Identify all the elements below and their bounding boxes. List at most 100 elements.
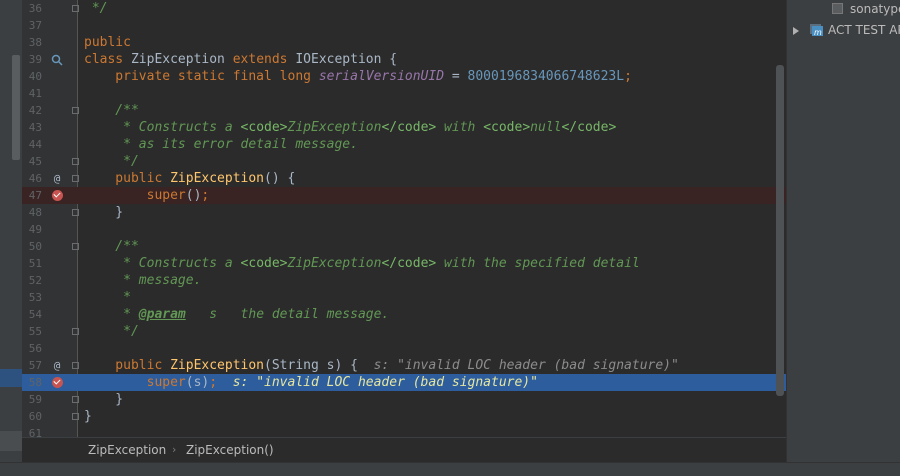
code-line[interactable]: 44 * as its error detail message. (22, 136, 786, 153)
code-line[interactable]: 40 private static final long serialVersi… (22, 68, 786, 85)
line-number[interactable]: 55 (22, 323, 42, 340)
code-token: (s) (185, 375, 210, 390)
code-text[interactable]: public (84, 34, 131, 51)
line-number[interactable]: 61 (22, 425, 42, 437)
line-number[interactable]: 42 (22, 102, 42, 119)
code-text[interactable]: * (84, 289, 131, 306)
code-text[interactable]: */ (84, 153, 139, 170)
line-number[interactable]: 45 (22, 153, 42, 170)
code-line[interactable]: 51 * Constructs a <code>ZipException</co… (22, 255, 786, 272)
code-line[interactable]: 59 } (22, 391, 786, 408)
code-line[interactable]: 48 } (22, 204, 786, 221)
expand-arrow-icon[interactable] (793, 27, 799, 35)
fold-marker-icon[interactable] (72, 209, 79, 216)
code-text[interactable]: super(); (84, 187, 210, 204)
fold-marker-icon[interactable] (72, 362, 79, 369)
line-number[interactable]: 43 (22, 119, 42, 136)
editor-vertical-scrollbar[interactable] (776, 65, 784, 396)
code-text[interactable]: * @param s the detail message. (84, 306, 389, 323)
code-text[interactable]: */ (84, 323, 139, 340)
code-line[interactable]: 60} (22, 408, 786, 425)
line-number[interactable]: 46 (22, 170, 42, 187)
line-number[interactable]: 59 (22, 391, 42, 408)
code-text[interactable]: class ZipException extends IOException { (84, 51, 397, 68)
line-number[interactable]: 57 (22, 357, 42, 374)
code-text[interactable]: * as its error detail message. (84, 136, 358, 153)
code-editor[interactable]: 36 */37 38 public 39 class ZipException exte… (22, 0, 786, 437)
fold-marker-icon[interactable] (72, 158, 79, 165)
line-number[interactable]: 47 (22, 187, 42, 204)
code-line[interactable]: 36 */ (22, 0, 786, 17)
line-number[interactable]: 60 (22, 408, 42, 425)
code-line[interactable]: 58 super(s); s: "invalid LOC header (bad… (22, 374, 786, 391)
code-line[interactable]: 39 class ZipException extends IOException… (22, 51, 786, 68)
code-line[interactable]: 50 /** (22, 238, 786, 255)
breakpoint-icon[interactable] (52, 190, 63, 201)
code-line[interactable]: 54 * @param s the detail message. (22, 306, 786, 323)
code-line[interactable]: 46 @ public ZipException() { (22, 170, 786, 187)
breakpoint-icon[interactable] (52, 377, 63, 388)
breadcrumb-method[interactable]: ZipException() (186, 443, 274, 457)
code-token: * Constructs a (84, 256, 241, 271)
left-strip-scroll-thumb[interactable] (12, 55, 20, 160)
line-number[interactable]: 39 (22, 51, 42, 68)
code-text[interactable]: * Constructs a <code>ZipException</code>… (84, 119, 616, 136)
fold-marker-icon[interactable] (72, 328, 79, 335)
line-number[interactable]: 54 (22, 306, 42, 323)
code-line[interactable]: 61 (22, 425, 786, 437)
code-token: </code> (381, 256, 437, 271)
line-number[interactable]: 41 (22, 85, 42, 102)
code-line[interactable]: 49 (22, 221, 786, 238)
override-at-icon[interactable]: @ (50, 357, 64, 374)
line-number[interactable]: 56 (22, 340, 42, 357)
checkbox-icon[interactable] (832, 3, 843, 14)
line-number[interactable]: 49 (22, 221, 42, 238)
breadcrumb-class[interactable]: ZipException (88, 443, 166, 457)
line-number[interactable]: 51 (22, 255, 42, 272)
code-text[interactable]: */ (84, 0, 108, 17)
code-text[interactable]: public ZipException() { (84, 170, 295, 187)
code-token: IOException { (295, 52, 398, 67)
code-text[interactable]: /** (84, 238, 139, 255)
override-at-icon[interactable]: @ (50, 170, 64, 187)
line-number[interactable]: 48 (22, 204, 42, 221)
code-text[interactable]: private static final long serialVersionU… (84, 68, 632, 85)
fold-marker-icon[interactable] (72, 243, 79, 250)
line-number[interactable]: 38 (22, 34, 42, 51)
code-line[interactable]: 47 super(); (22, 187, 786, 204)
fold-marker-icon[interactable] (72, 413, 79, 420)
code-line[interactable]: 38 public (22, 34, 786, 51)
code-text[interactable]: public ZipException(String s) { s: "inva… (84, 357, 679, 374)
code-text[interactable]: super(s); s: "invalid LOC header (bad si… (84, 374, 538, 391)
code-text[interactable]: } (84, 408, 92, 425)
line-number[interactable]: 53 (22, 289, 42, 306)
code-line[interactable]: 42 /** (22, 102, 786, 119)
code-line[interactable]: 37 (22, 17, 786, 34)
line-number[interactable]: 52 (22, 272, 42, 289)
line-number[interactable]: 44 (22, 136, 42, 153)
code-line[interactable]: 53 * (22, 289, 786, 306)
code-line[interactable]: 45 */ (22, 153, 786, 170)
fold-marker-icon[interactable] (72, 175, 79, 182)
code-line[interactable]: 55 */ (22, 323, 786, 340)
code-token: </code> (381, 120, 437, 135)
code-text[interactable]: * message. (84, 272, 201, 289)
code-line[interactable]: 56 (22, 340, 786, 357)
line-number[interactable]: 50 (22, 238, 42, 255)
line-number[interactable]: 40 (22, 68, 42, 85)
implements-icon[interactable] (50, 51, 64, 68)
code-text[interactable]: * Constructs a <code>ZipException</code>… (84, 255, 640, 272)
line-number[interactable]: 37 (22, 17, 42, 34)
code-line[interactable]: 43 * Constructs a <code>ZipException</co… (22, 119, 786, 136)
fold-marker-icon[interactable] (72, 5, 79, 12)
fold-marker-icon[interactable] (72, 396, 79, 403)
fold-marker-icon[interactable] (72, 107, 79, 114)
code-line[interactable]: 52 * message. (22, 272, 786, 289)
code-line[interactable]: 41 (22, 85, 786, 102)
code-text[interactable]: } (84, 204, 123, 221)
code-text[interactable]: /** (84, 102, 139, 119)
code-line[interactable]: 57 @ public ZipException(String s) { s: "… (22, 357, 786, 374)
line-number[interactable]: 58 (22, 374, 42, 391)
code-text[interactable]: } (84, 391, 123, 408)
line-number[interactable]: 36 (22, 0, 42, 17)
